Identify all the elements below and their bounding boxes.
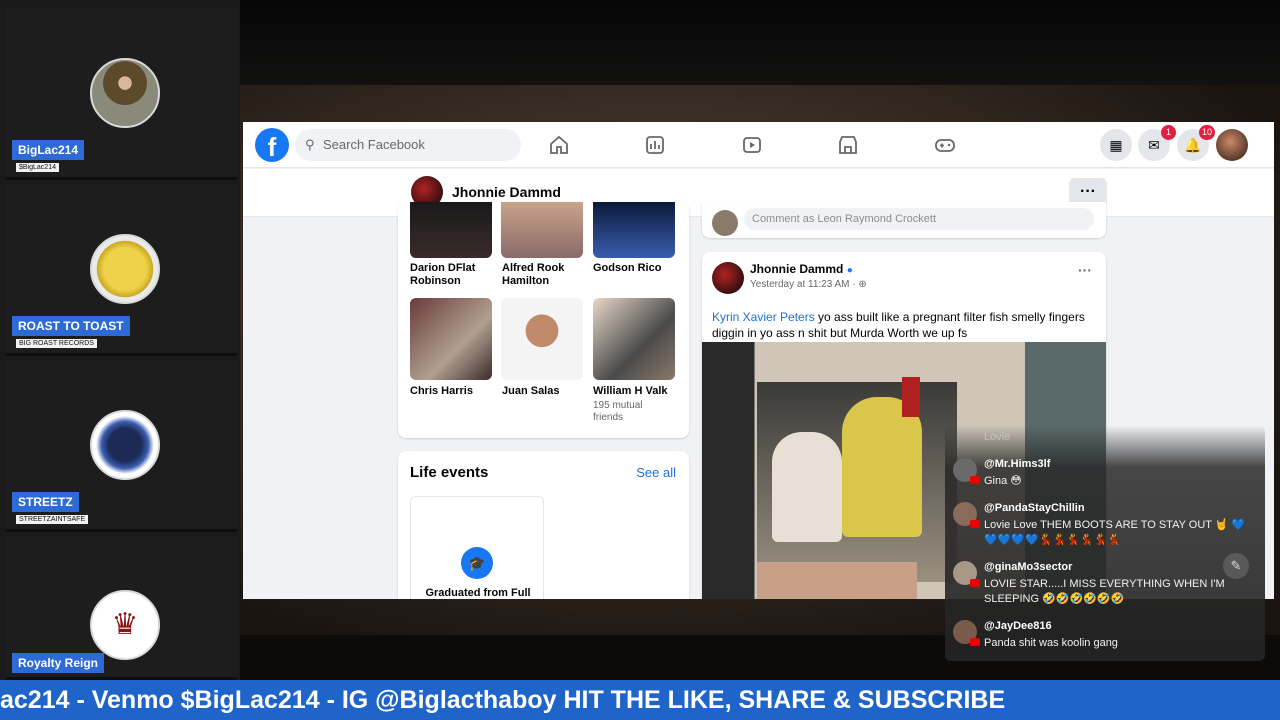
chat-username: @Mr.Hims3lf xyxy=(984,458,1051,470)
participant-avatar: ♛ xyxy=(90,590,160,660)
friend-photo[interactable] xyxy=(410,298,492,380)
ticker-text: ac214 - Venmo $BigLac214 - IG @Biglactha… xyxy=(0,686,1006,714)
participant-name: ROAST TO TOAST xyxy=(12,316,130,336)
youtube-icon xyxy=(970,638,980,646)
chat-avatar xyxy=(953,502,980,528)
post-text: Kyrin Xavier Peters yo ass built like a … xyxy=(712,309,1102,341)
chat-text: LOVIE STAR.....I MISS EVERYTHING WHEN I'… xyxy=(984,578,1225,605)
watch-icon[interactable] xyxy=(741,134,763,156)
youtube-icon xyxy=(970,520,980,528)
chat-avatar xyxy=(953,620,980,646)
post-options-button[interactable]: ··· xyxy=(1078,262,1092,278)
search-input[interactable]: ⚲ Search Facebook xyxy=(295,129,521,161)
search-icon: ⚲ xyxy=(305,137,315,152)
post-time-label: Yesterday at 11:23 AM · xyxy=(750,279,859,290)
video-counter xyxy=(757,562,917,599)
life-event-item[interactable]: 🎓 Graduated from Full xyxy=(410,496,544,599)
search-placeholder: Search Facebook xyxy=(323,137,425,152)
pages-icon[interactable] xyxy=(644,134,666,156)
scrolling-ticker: ac214 - Venmo $BigLac214 - IG @Biglactha… xyxy=(0,680,1280,720)
facebook-topbar: f ⚲ Search Facebook ▦ ✉ 1 🔔 10 xyxy=(243,122,1274,168)
friend-photo[interactable] xyxy=(501,202,583,258)
post-timestamp[interactable]: Yesterday at 11:23 AM · ⊕ xyxy=(750,279,867,290)
chat-text: Gina 😳 xyxy=(984,475,1022,487)
participant-tile[interactable]: BigLac214 $BigLac214 xyxy=(6,8,237,180)
messenger-icon[interactable]: ✉ 1 xyxy=(1138,125,1176,161)
participant-tile[interactable]: ROAST TO TOAST BIG ROAST RECORDS xyxy=(6,184,237,356)
mutual-friends-count: 195 mutual friends xyxy=(593,400,643,423)
friend-name[interactable]: Godson Rico xyxy=(593,262,683,275)
friend-name[interactable]: Darion DFlat Robinson xyxy=(410,262,500,288)
friends-card: Darion DFlat Robinson Alfred Rook Hamilt… xyxy=(398,202,689,438)
participant-name: STREETZ xyxy=(12,492,79,512)
youtube-icon xyxy=(970,476,980,484)
life-events-card: Life events See all 🎓 Graduated from Ful… xyxy=(398,451,689,599)
participant-avatar xyxy=(90,410,160,480)
friend-name[interactable]: Juan Salas xyxy=(502,385,592,398)
friend-photo[interactable] xyxy=(593,202,675,258)
commenter-avatar xyxy=(712,210,738,236)
chat-avatar xyxy=(953,561,980,587)
account-avatar[interactable] xyxy=(1216,129,1248,161)
tagged-user-link[interactable]: Kyrin Xavier Peters xyxy=(712,310,815,324)
globe-icon: ⊕ xyxy=(858,279,867,290)
participant-avatar xyxy=(90,58,160,128)
participant-handle: STREETZAINTSAFE xyxy=(16,515,89,524)
youtube-icon xyxy=(970,579,980,587)
edit-icon[interactable]: ✎ xyxy=(1223,553,1249,579)
menu-grid-icon[interactable]: ▦ xyxy=(1100,129,1132,161)
friend-name[interactable]: William H Valk xyxy=(593,385,683,398)
verified-badge-icon: ● xyxy=(846,265,853,276)
chat-fading-message: Lovie xyxy=(984,431,1011,443)
participant-avatar xyxy=(90,234,160,304)
life-events-title: Life events xyxy=(410,464,489,481)
live-chat-overlay: Lovie ✎ @Mr.Hims3lf Gina 😳 @PandaStayChi… xyxy=(945,425,1265,661)
video-person xyxy=(772,432,842,542)
comment-input[interactable]: Comment as Leon Raymond Crockett xyxy=(744,208,1094,230)
participant-sidebar: BigLac214 $BigLac214 ROAST TO TOAST BIG … xyxy=(0,0,240,680)
friend-name[interactable]: Chris Harris xyxy=(410,385,500,398)
participant-tile[interactable]: STREETZ STREETZAINTSAFE xyxy=(6,360,237,532)
friend-photo[interactable] xyxy=(501,298,583,380)
gaming-icon[interactable] xyxy=(934,134,956,156)
fire-extinguisher xyxy=(902,377,920,417)
facebook-logo-icon[interactable]: f xyxy=(255,128,289,162)
friend-photo[interactable] xyxy=(593,298,675,380)
chat-username: @PandaStayChillin xyxy=(984,502,1085,514)
notifications-icon[interactable]: 🔔 10 xyxy=(1177,125,1215,161)
chat-text: Lovie Love THEM BOOTS ARE TO STAY OUT 🤘 … xyxy=(984,519,1246,546)
video-person xyxy=(842,397,922,537)
notifications-badge: 10 xyxy=(1198,125,1215,140)
life-event-label: Graduated from Full xyxy=(425,587,531,599)
post-author-avatar[interactable] xyxy=(712,262,744,294)
comment-composer[interactable]: Comment as Leon Raymond Crockett xyxy=(702,202,1106,238)
see-all-link[interactable]: See all xyxy=(636,465,676,480)
participant-handle: BIG ROAST RECORDS xyxy=(16,339,97,348)
participant-handle: $BigLac214 xyxy=(16,163,59,172)
graduation-cap-icon: 🎓 xyxy=(461,547,493,579)
friend-name[interactable]: Alfred Rook Hamilton xyxy=(502,262,592,288)
chat-username: @ginaMo3sector xyxy=(984,561,1073,573)
chat-avatar xyxy=(953,458,980,484)
chat-username: @JayDee816 xyxy=(984,620,1052,632)
friend-photo[interactable] xyxy=(410,202,492,258)
messenger-badge: 1 xyxy=(1161,125,1176,140)
post-author-name[interactable]: Jhonnie Dammd ● xyxy=(750,262,853,276)
marketplace-icon[interactable] xyxy=(837,134,859,156)
home-icon[interactable] xyxy=(548,134,570,156)
participant-name: Royalty Reign xyxy=(12,653,105,673)
chat-text: Panda shit was koolin gang xyxy=(984,637,1118,649)
participant-tile[interactable]: ♛ Royalty Reign xyxy=(6,536,237,680)
participant-name: BigLac214 xyxy=(12,140,85,160)
profile-name[interactable]: Jhonnie Dammd xyxy=(452,184,561,200)
stream-background-top xyxy=(237,0,1280,85)
post-author-label: Jhonnie Dammd xyxy=(750,262,844,276)
